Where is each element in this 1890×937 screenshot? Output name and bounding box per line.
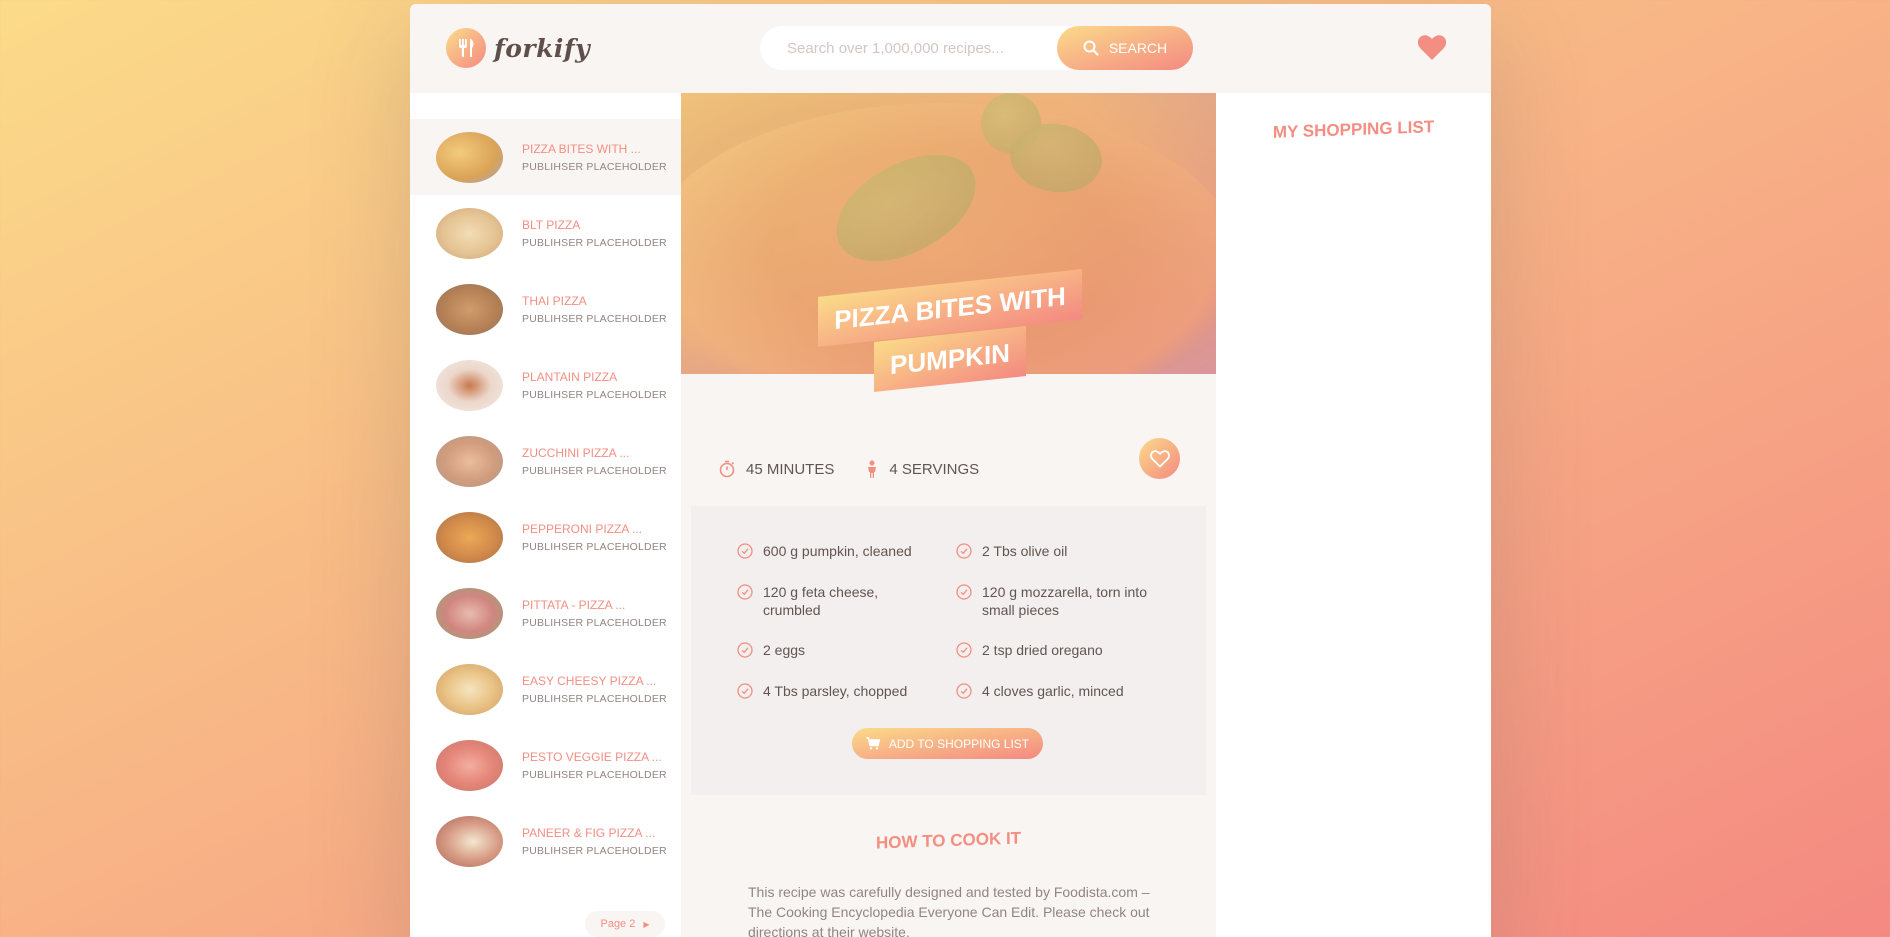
- cart-icon: [866, 737, 880, 750]
- result-item[interactable]: PITTATA - PIZZA ... PUBLIHSER PLACEHOLDE…: [410, 575, 681, 651]
- logo[interactable]: forkify: [446, 26, 590, 70]
- ingredient-item: 2 tsp dried oregano: [956, 641, 1157, 659]
- result-publisher: PUBLIHSER PLACEHOLDER: [522, 844, 667, 857]
- ingredient-item: 2 eggs: [737, 641, 938, 659]
- arrow-right-icon: ▶: [643, 919, 650, 929]
- ingredient-item: 120 g mozzarella, torn into small pieces: [956, 583, 1157, 619]
- check-circle-icon: [956, 642, 972, 658]
- ingredient-item: 4 Tbs parsley, chopped: [737, 682, 938, 700]
- result-image: [436, 435, 503, 487]
- logo-text: forkify: [494, 33, 591, 63]
- result-image: [436, 359, 503, 411]
- result-image: [436, 511, 503, 563]
- add-to-shopping-list-button[interactable]: ADD TO SHOPPING LIST: [852, 728, 1043, 759]
- result-publisher: PUBLIHSER PLACEHOLDER: [522, 236, 667, 249]
- result-item[interactable]: PANEER & FIG PIZZA ... PUBLIHSER PLACEHO…: [410, 803, 681, 879]
- result-title: PESTO VEGGIE PIZZA ...: [522, 749, 662, 764]
- result-image: [436, 739, 503, 791]
- search-button-label: SEARCH: [1108, 40, 1168, 56]
- check-circle-icon: [956, 584, 972, 600]
- result-title: PLANTAIN PIZZA: [522, 369, 618, 384]
- search-form: SEARCH: [760, 26, 1193, 70]
- ingredient-item: 4 cloves garlic, minced: [956, 682, 1157, 700]
- check-circle-icon: [737, 642, 753, 658]
- app-container: forkify SEARCH PIZZA BITES WITH ...: [410, 4, 1491, 937]
- result-publisher: PUBLIHSER PLACEHOLDER: [522, 464, 667, 477]
- result-image: [436, 207, 503, 259]
- result-image: [436, 663, 503, 715]
- bookmark-button[interactable]: [1139, 438, 1180, 479]
- directions-section: HOW TO COOK IT This recipe was carefully…: [691, 795, 1206, 937]
- person-icon: [868, 460, 877, 478]
- result-title: PEPPERONI PIZZA ...: [522, 521, 643, 536]
- search-button[interactable]: SEARCH: [1057, 26, 1193, 70]
- result-item[interactable]: PLANTAIN PIZZA PUBLIHSER PLACEHOLDER: [410, 347, 681, 423]
- result-title: ZUCCHINI PIZZA ...: [522, 445, 630, 460]
- likes-heart-icon[interactable]: [1417, 34, 1447, 65]
- check-circle-icon: [737, 683, 753, 699]
- check-circle-icon: [956, 683, 972, 699]
- result-publisher: PUBLIHSER PLACEHOLDER: [522, 388, 667, 401]
- result-item[interactable]: ZUCCHINI PIZZA ... PUBLIHSER PLACEHOLDER: [410, 423, 681, 499]
- search-input[interactable]: [787, 39, 1072, 57]
- next-page-label: Page 2: [600, 918, 636, 930]
- check-circle-icon: [956, 543, 972, 559]
- result-item[interactable]: PEPPERONI PIZZA ... PUBLIHSER PLACEHOLDE…: [410, 499, 681, 575]
- result-publisher: PUBLIHSER PLACEHOLDER: [522, 312, 667, 325]
- result-item[interactable]: PIZZA BITES WITH ... PUBLIHSER PLACEHOLD…: [410, 119, 681, 195]
- heart-outline-icon: [1149, 449, 1170, 468]
- ingredient-item: 600 g pumpkin, cleaned: [737, 542, 938, 560]
- result-item[interactable]: BLT PIZZA PUBLIHSER PLACEHOLDER: [410, 195, 681, 271]
- recipe-servings: 4 SERVINGS: [865, 460, 979, 478]
- recipe-view: PIZZA BITES WITH PUMPKIN 45 MINUTES 4 SE…: [681, 93, 1216, 937]
- result-title: PANEER & FIG PIZZA ...: [522, 825, 656, 840]
- ingredient-item: 120 g feta cheese, crumbled: [737, 583, 938, 619]
- recipe-servings-value: 4 SERVINGS: [889, 460, 980, 478]
- ingredient-item: 2 Tbs olive oil: [956, 542, 1157, 560]
- recipe-time: 45 MINUTES: [718, 460, 834, 478]
- header: forkify SEARCH: [410, 4, 1491, 93]
- result-title: PITTATA - PIZZA ...: [522, 597, 626, 612]
- recipe-time-value: 45 MINUTES: [746, 460, 835, 478]
- result-publisher: PUBLIHSER PLACEHOLDER: [522, 540, 667, 553]
- shopping-list: MY SHOPPING LIST: [1216, 93, 1491, 937]
- result-image: [436, 815, 503, 867]
- directions-heading: HOW TO COOK IT: [875, 828, 1022, 853]
- fork-knife-icon: [446, 28, 486, 68]
- result-publisher: PUBLIHSER PLACEHOLDER: [522, 160, 667, 173]
- result-item[interactable]: EASY CHEESY PIZZA ... PUBLIHSER PLACEHOL…: [410, 651, 681, 727]
- result-image: [436, 587, 503, 639]
- search-results: PIZZA BITES WITH ... PUBLIHSER PLACEHOLD…: [410, 93, 681, 937]
- result-publisher: PUBLIHSER PLACEHOLDER: [522, 768, 667, 781]
- result-image: [436, 131, 503, 183]
- directions-text: This recipe was carefully designed and t…: [748, 884, 1150, 937]
- result-image: [436, 283, 503, 335]
- result-publisher: PUBLIHSER PLACEHOLDER: [522, 692, 667, 705]
- stopwatch-icon: [719, 460, 735, 478]
- next-page-button[interactable]: Page 2 ▶: [585, 911, 665, 937]
- check-circle-icon: [737, 584, 753, 600]
- recipe-details: 45 MINUTES 4 SERVINGS: [691, 444, 1206, 494]
- result-item[interactable]: PESTO VEGGIE PIZZA ... PUBLIHSER PLACEHO…: [410, 727, 681, 803]
- result-title: THAI PIZZA: [522, 293, 587, 308]
- result-item[interactable]: THAI PIZZA PUBLIHSER PLACEHOLDER: [410, 271, 681, 347]
- check-circle-icon: [737, 543, 753, 559]
- search-icon: [1083, 40, 1099, 56]
- ingredients-section: 600 g pumpkin, cleaned 2 Tbs olive oil 1…: [691, 506, 1206, 795]
- add-to-shopping-list-label: ADD TO SHOPPING LIST: [888, 736, 1030, 751]
- result-publisher: PUBLIHSER PLACEHOLDER: [522, 616, 667, 629]
- shopping-list-heading: MY SHOPPING LIST: [1272, 117, 1435, 142]
- result-title: PIZZA BITES WITH ...: [522, 141, 641, 156]
- result-title: BLT PIZZA: [522, 217, 581, 232]
- result-title: EASY CHEESY PIZZA ...: [522, 673, 657, 688]
